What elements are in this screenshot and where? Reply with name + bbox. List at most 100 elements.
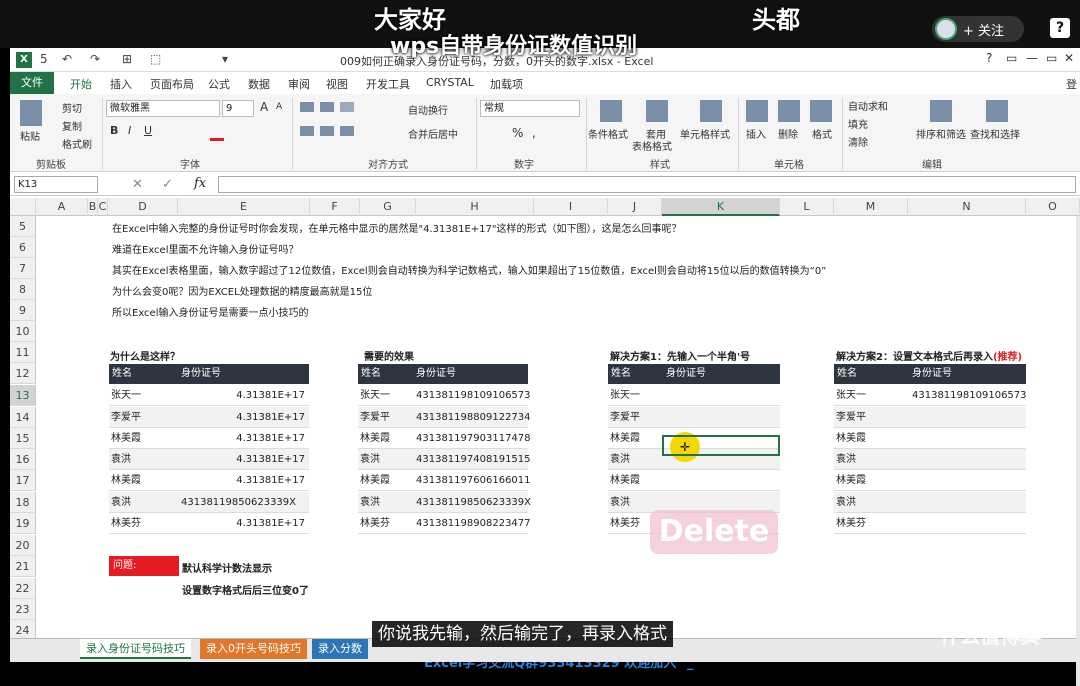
align-right-icon[interactable] <box>340 126 354 136</box>
col-header-g[interactable]: G <box>360 198 416 216</box>
font-name-select[interactable]: 微软雅黑 <box>106 100 220 117</box>
name-cell[interactable]: 李爱平 <box>610 407 640 428</box>
align-top-icon[interactable] <box>300 102 314 112</box>
col-header-a[interactable]: A <box>36 198 88 216</box>
maximize-icon[interactable]: ▭ <box>1046 51 1057 65</box>
col-header-c[interactable]: C <box>98 198 108 216</box>
row-header[interactable]: 13 <box>10 385 36 406</box>
name-cell[interactable]: 林美芬 <box>836 513 866 534</box>
name-cell[interactable]: 张天一 <box>360 385 390 406</box>
id-cell[interactable]: 4.31381E+17 <box>236 513 305 534</box>
cancel-icon[interactable]: ✕ <box>132 177 143 192</box>
id-cell[interactable]: 431381197903117478 <box>416 428 531 449</box>
col-header-j[interactable]: J <box>608 198 662 216</box>
autosum-button[interactable]: 自动求和 <box>848 98 888 113</box>
col-header-m[interactable]: M <box>834 198 908 216</box>
name-cell[interactable]: 李爱平 <box>836 407 866 428</box>
id-cell[interactable]: 431381198109106573 <box>912 385 1027 406</box>
row-header[interactable]: 20 <box>10 535 36 556</box>
name-cell[interactable]: 林美霞 <box>836 428 866 449</box>
align-center-icon[interactable] <box>320 126 334 136</box>
sort-filter-button[interactable]: 排序和筛选 <box>916 126 966 141</box>
align-left-icon[interactable] <box>300 126 314 136</box>
id-cell[interactable]: 431381197408191515 <box>416 449 531 470</box>
window-help-icon[interactable]: ? <box>986 51 992 65</box>
name-cell[interactable]: 林美霞 <box>111 470 141 491</box>
sheet-tab-id-numbers[interactable]: 录入身份证号码技巧 <box>80 639 191 659</box>
name-cell[interactable]: 袁洪 <box>111 449 131 470</box>
percent-button[interactable]: % <box>512 126 523 140</box>
name-cell[interactable]: 张天一 <box>111 385 141 406</box>
find-select-button[interactable]: 查找和选择 <box>970 126 1020 141</box>
id-cell[interactable]: 431381197606166011 <box>416 470 531 491</box>
active-cell-k13[interactable] <box>662 435 780 456</box>
name-cell[interactable]: 林美霞 <box>610 428 640 449</box>
row-header[interactable]: 16 <box>10 449 36 470</box>
name-box[interactable]: K13 <box>14 176 98 193</box>
number-format-select[interactable]: 常规 <box>480 100 580 117</box>
tab-home[interactable]: 开始 <box>70 76 92 92</box>
name-cell[interactable]: 林美芬 <box>610 513 640 534</box>
comma-button[interactable]: , <box>532 126 536 140</box>
paste-button[interactable]: 粘贴 <box>20 128 40 143</box>
sheet-tab-leading-zero[interactable]: 录入0开头号码技巧 <box>200 639 307 659</box>
follow-button[interactable]: + 关注 <box>932 16 1024 42</box>
tab-insert[interactable]: 插入 <box>110 76 132 92</box>
row-header[interactable]: 12 <box>10 363 36 384</box>
row-header[interactable]: 22 <box>10 578 36 599</box>
close-icon[interactable]: ✕ <box>1064 51 1074 65</box>
col-header-h[interactable]: H <box>416 198 534 216</box>
row-header[interactable]: 23 <box>10 599 36 620</box>
bold-button[interactable]: B <box>110 124 118 137</box>
id-cell[interactable]: 431381198109106573 <box>416 385 531 406</box>
row-header[interactable]: 5 <box>10 216 36 237</box>
name-cell[interactable]: 李爱平 <box>111 407 141 428</box>
qa-customize-icon[interactable]: ▾ <box>222 52 228 66</box>
redo-icon[interactable]: ↷ <box>90 52 100 66</box>
name-cell[interactable]: 林美霞 <box>610 470 640 491</box>
row-header[interactable]: 8 <box>10 279 36 300</box>
name-cell[interactable]: 张天一 <box>610 385 640 406</box>
col-header-n[interactable]: N <box>908 198 1026 216</box>
qa-grid-icon[interactable]: ⊞ <box>122 52 132 66</box>
col-header-o[interactable]: O <box>1026 198 1080 216</box>
name-cell[interactable]: 李爱平 <box>360 407 390 428</box>
col-header-k[interactable]: K <box>662 198 780 216</box>
row-header[interactable]: 19 <box>10 513 36 534</box>
grow-font-button[interactable]: A <box>260 100 268 114</box>
row-header[interactable]: 6 <box>10 237 36 258</box>
id-cell[interactable]: 4.31381E+17 <box>236 385 305 406</box>
qa-sheet-icon[interactable]: ⬚ <box>150 52 161 66</box>
col-header-b[interactable]: B <box>88 198 98 216</box>
row-header[interactable]: 9 <box>10 300 36 321</box>
undo-icon[interactable]: ↶ <box>62 52 72 66</box>
id-cell[interactable]: 4.31381E+17 <box>236 449 305 470</box>
name-cell[interactable]: 袁洪 <box>360 492 380 513</box>
italic-button[interactable]: I <box>128 124 131 137</box>
tab-page-layout[interactable]: 页面布局 <box>150 76 194 92</box>
tab-view[interactable]: 视图 <box>326 76 348 92</box>
align-bottom-icon[interactable] <box>340 102 354 112</box>
merge-center-button[interactable]: 合并后居中 <box>408 126 458 141</box>
name-cell[interactable]: 袁洪 <box>836 449 856 470</box>
tab-developer[interactable]: 开发工具 <box>366 76 410 92</box>
name-cell[interactable]: 袁洪 <box>610 449 630 470</box>
row-header[interactable]: 10 <box>10 321 36 342</box>
format-painter-button[interactable]: 格式刷 <box>62 136 92 151</box>
shrink-font-button[interactable]: A <box>276 102 282 112</box>
conditional-format-button[interactable]: 条件格式 <box>588 126 628 141</box>
id-cell[interactable]: 43138119850623339X <box>181 492 296 513</box>
row-header[interactable]: 21 <box>10 556 36 577</box>
id-cell[interactable]: 4.31381E+17 <box>236 407 305 428</box>
col-header-f[interactable]: F <box>310 198 360 216</box>
wrap-text-button[interactable]: 自动换行 <box>408 102 448 117</box>
col-header-e[interactable]: E <box>178 198 310 216</box>
underline-button[interactable]: U <box>144 124 152 137</box>
id-cell[interactable]: 4.31381E+17 <box>236 470 305 491</box>
tab-file[interactable]: 文件 <box>10 72 54 94</box>
tab-formulas[interactable]: 公式 <box>208 76 230 92</box>
copy-button[interactable]: 复制 <box>62 118 82 133</box>
row-header[interactable]: 17 <box>10 470 36 491</box>
font-size-select[interactable]: 9 <box>222 100 254 117</box>
enter-icon[interactable]: ✓ <box>162 177 173 192</box>
